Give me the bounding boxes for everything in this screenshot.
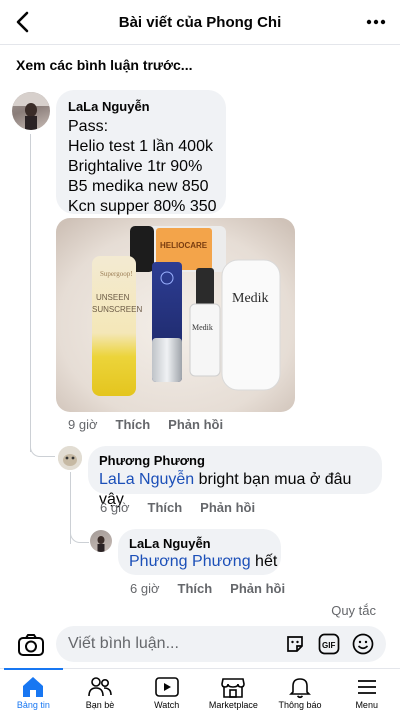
svg-text:Medik: Medik	[232, 291, 269, 306]
rules-link[interactable]: Quy tắc	[331, 603, 376, 618]
home-icon	[23, 677, 44, 697]
avatar[interactable]	[58, 446, 82, 470]
tab-label: Bảng tin	[16, 700, 50, 710]
comment-input[interactable]: Viết bình luận... GIF	[56, 626, 386, 662]
marketplace-icon	[221, 678, 246, 698]
avatar[interactable]	[90, 530, 112, 552]
avatar[interactable]	[12, 92, 50, 130]
menu-icon	[357, 680, 376, 694]
sticker-icon[interactable]	[284, 633, 306, 655]
reply-button[interactable]: Phản hồi	[168, 417, 223, 432]
watch-icon	[154, 677, 179, 697]
like-button[interactable]: Thích	[178, 581, 213, 596]
top-bar: Bài viết của Phong Chi	[0, 0, 400, 45]
svg-text:HELIOCARE: HELIOCARE	[160, 241, 208, 250]
svg-text:UNSEEN: UNSEEN	[96, 293, 130, 302]
thread-connector	[70, 520, 89, 543]
svg-text:SUNSCREEN: SUNSCREEN	[92, 305, 142, 314]
comment-input-placeholder: Viết bình luận...	[68, 635, 179, 652]
tab-menu[interactable]: Menu	[333, 669, 400, 712]
bottom-tab-bar: Bảng tin Bạn bè Watch Marketplace Thông …	[0, 668, 400, 712]
friends-icon	[88, 677, 112, 697]
tab-notifications[interactable]: Thông báo	[267, 669, 334, 712]
avatar-photo	[58, 446, 82, 470]
gif-icon[interactable]: GIF	[318, 633, 340, 655]
tab-news-feed[interactable]: Bảng tin	[0, 668, 67, 712]
avatar-photo	[12, 92, 50, 130]
tab-label: Bạn bè	[85, 700, 115, 710]
comment-author[interactable]: Phương Phương	[99, 453, 205, 468]
reply-button[interactable]: Phản hồi	[230, 581, 285, 596]
comment-actions: 6 giờ Thích Phản hồi	[130, 581, 285, 596]
emoji-icon[interactable]	[352, 633, 374, 655]
tab-label: Watch	[154, 700, 180, 710]
thread-connector	[30, 430, 55, 457]
comment-body: hết	[250, 553, 278, 570]
comment-author[interactable]: LaLa Nguyễn	[129, 536, 211, 551]
back-arrow-icon[interactable]	[10, 8, 38, 36]
comment-bubble: Phương Phương LaLa Nguyễn bright bạn mua…	[88, 446, 382, 508]
tab-friends[interactable]: Bạn bè	[67, 669, 134, 712]
comment-text: Pass: Helio test 1 lần 400k Brightalive …	[68, 118, 217, 215]
tab-marketplace[interactable]: Marketplace	[200, 669, 267, 712]
comment-author[interactable]: LaLa Nguyễn	[68, 99, 150, 114]
comment-photo[interactable]: HELIOCARE Supergoop! UNSEEN SUNSCREEN Me…	[56, 218, 295, 412]
reply-button[interactable]: Phản hồi	[200, 500, 255, 515]
view-previous-comments-link[interactable]: Xem các bình luận trước...	[16, 57, 192, 73]
comment-time: 6 giờ	[130, 581, 160, 596]
svg-text:Supergoop!: Supergoop!	[100, 270, 133, 278]
mention-link[interactable]: LaLa Nguyễn	[99, 471, 194, 488]
comment-actions: 9 giờ Thích Phản hồi	[68, 417, 223, 432]
comment-bubble: LaLa Nguyễn Phương Phương hết	[118, 529, 281, 575]
comment-time: 9 giờ	[68, 417, 98, 432]
tab-label: Thông báo	[278, 700, 322, 710]
like-button[interactable]: Thích	[148, 500, 183, 515]
comment-actions: 6 giờ Thích Phản hồi	[100, 500, 255, 515]
bell-icon	[289, 678, 311, 699]
tab-watch[interactable]: Watch	[133, 669, 200, 712]
page-title: Bài viết của Phong Chi	[118, 13, 282, 31]
mention-link[interactable]: Phương Phương	[129, 553, 251, 570]
comment-time: 6 giờ	[100, 500, 130, 515]
svg-text:GIF: GIF	[322, 641, 335, 650]
comment-composer: Viết bình luận... GIF	[0, 620, 400, 668]
avatar-photo	[97, 536, 105, 552]
svg-text:Medik: Medik	[192, 323, 213, 332]
like-button[interactable]: Thích	[116, 417, 151, 432]
camera-icon[interactable]	[16, 630, 46, 660]
comment-bubble: LaLa Nguyễn Pass: Helio test 1 lần 400k …	[56, 90, 226, 215]
more-options-icon[interactable]	[364, 10, 388, 34]
thread-line	[30, 134, 31, 452]
products-image: HELIOCARE Supergoop! UNSEEN SUNSCREEN Me…	[56, 218, 295, 412]
tab-label: Marketplace	[208, 700, 258, 710]
comment-text: Phương Phương hết	[129, 552, 279, 572]
tab-label: Menu	[355, 700, 378, 710]
